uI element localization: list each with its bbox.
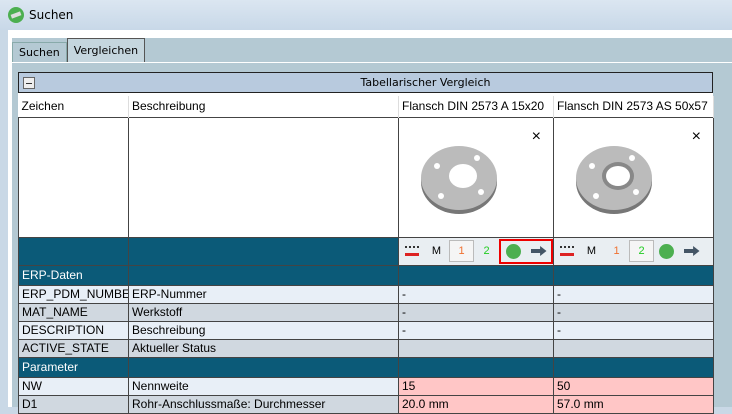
sign: NW (18, 376, 129, 396)
tab-bar: Suchen Vergleichen (12, 38, 732, 62)
highlighted-actions (499, 238, 553, 264)
desc: ERP-Nummer (128, 284, 399, 304)
ref-1-button[interactable]: 1 (604, 240, 629, 262)
section-parameter: Parameter (18, 356, 129, 378)
ref-2-button[interactable]: 2 (629, 240, 654, 262)
value-2 (553, 338, 714, 358)
ref-2-button[interactable]: 2 (474, 240, 499, 262)
part2-preview: × (553, 116, 714, 238)
export-icon[interactable] (679, 240, 704, 262)
col-header-sign: Zeichen (18, 96, 129, 117)
tab-vergleichen[interactable]: Vergleichen (66, 38, 146, 62)
col-header-description: Beschreibung (128, 96, 399, 117)
table-row: DESCRIPTION Beschreibung - - (18, 320, 714, 340)
value-1: - (398, 320, 554, 340)
part2-toolbar: M 1 2 (553, 236, 714, 266)
comparison-title: Tabellarischer Vergleich (360, 76, 491, 89)
col-header-part1: Flansch DIN 2573 A 15x20 (398, 96, 554, 117)
value-1: - (398, 284, 554, 304)
table-row: NW Nennweite 15 50 (18, 376, 714, 396)
value-2: 50 (553, 376, 714, 396)
desc: Rohr-Anschlussmaße: Durchmesser (128, 394, 399, 414)
close-part2-button[interactable]: × (692, 128, 701, 146)
comparison-table: Zeichen Beschreibung Flansch DIN 2573 A … (18, 96, 714, 414)
value-1: 20.0 mm (398, 394, 554, 414)
value-2: - (553, 320, 714, 340)
flange-image (576, 145, 652, 214)
value-1: - (398, 302, 554, 322)
table-row: ACTIVE_STATE Aktueller Status (18, 338, 714, 358)
desc: Werkstoff (128, 302, 399, 322)
sign: DESCRIPTION (18, 320, 129, 340)
flange-image (421, 145, 497, 214)
filter-icon[interactable] (400, 240, 425, 262)
sign: ACTIVE_STATE (18, 338, 129, 358)
tab-suchen[interactable]: Suchen (12, 42, 67, 62)
m-button[interactable]: M (579, 240, 604, 262)
m-button[interactable]: M (424, 240, 449, 262)
value-2: - (553, 284, 714, 304)
search-icon[interactable] (501, 240, 526, 262)
sign: D1 (18, 394, 129, 414)
title-bar: Suchen (0, 0, 732, 30)
table-row: D1 Rohr-Anschlussmaße: Durchmesser 20.0 mm… (18, 394, 714, 414)
desc: Beschreibung (128, 320, 399, 340)
section-erp: ERP-Daten (18, 264, 129, 286)
table-row: ERP_PDM_NUMBER ERP-Nummer - - (18, 284, 714, 304)
col-header-part2: Flansch DIN 2573 AS 50x57 (553, 96, 714, 117)
ref-1-button[interactable]: 1 (449, 240, 474, 262)
value-1: 15 (398, 376, 554, 396)
value-2: - (553, 302, 714, 322)
part1-toolbar: M 1 2 (398, 236, 554, 266)
part1-preview: × (398, 116, 554, 238)
desc: Aktueller Status (128, 338, 399, 358)
window-title: Suchen (29, 8, 74, 22)
search-icon[interactable] (654, 240, 679, 262)
filter-icon[interactable] (555, 240, 580, 262)
export-icon[interactable] (526, 240, 551, 262)
value-1 (398, 338, 554, 358)
app-search-icon (8, 7, 24, 23)
desc: Nennweite (128, 376, 399, 396)
sign: MAT_NAME (18, 302, 129, 322)
table-row: MAT_NAME Werkstoff - - (18, 302, 714, 322)
close-part1-button[interactable]: × (532, 128, 541, 146)
comparison-header: Tabellarischer Vergleich (18, 72, 713, 93)
value-2: 57.0 mm (553, 394, 714, 414)
sign: ERP_PDM_NUMBER (18, 284, 129, 304)
